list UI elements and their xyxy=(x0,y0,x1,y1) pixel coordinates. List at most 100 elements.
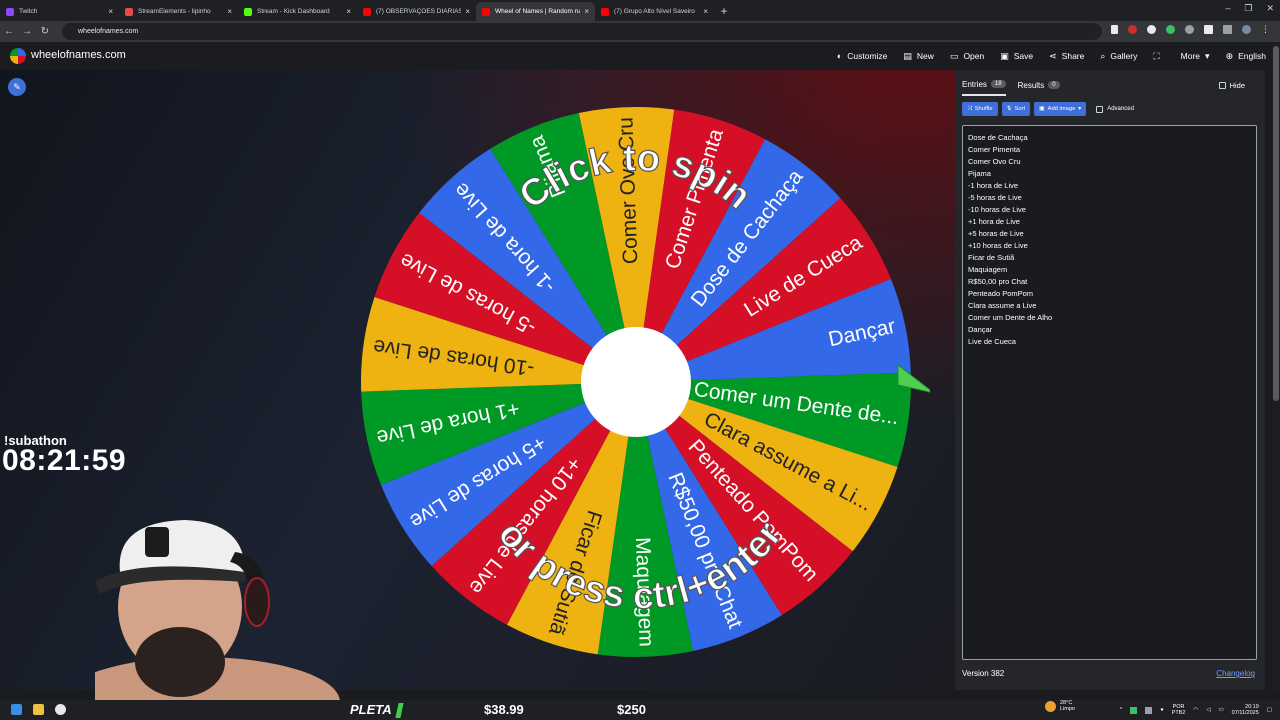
browser-tab[interactable]: StreamElements - lipinho × xyxy=(119,2,238,21)
browser-tab[interactable]: Twitch × xyxy=(0,2,119,21)
clock-date[interactable]: 07/11/2025 xyxy=(1232,710,1259,716)
url-input[interactable]: wheelofnames.com xyxy=(62,23,1102,40)
entry-line[interactable]: Dose de Cachaça xyxy=(968,132,1251,144)
shuffle-button[interactable]: ⤨ Shuffle xyxy=(962,102,998,116)
add-image-button[interactable]: ▣ Add image ▾ xyxy=(1034,102,1087,116)
globe-icon: ⊕ xyxy=(1225,50,1234,61)
browser-tab-bar: Twitch × StreamElements - lipinho × Stream -… xyxy=(0,0,1280,21)
tab-close-icon[interactable]: × xyxy=(227,7,232,16)
browser-menu-icon[interactable]: ⋮ xyxy=(1261,25,1270,34)
tray-app-icon[interactable] xyxy=(1130,706,1138,714)
wheel-logo-icon[interactable] xyxy=(10,48,26,64)
entry-line[interactable]: Pijama xyxy=(968,168,1251,180)
bookmark-star-icon[interactable] xyxy=(1111,25,1118,34)
entry-line[interactable]: +10 horas de Live xyxy=(968,240,1251,252)
entry-line[interactable]: Comer Pimenta xyxy=(968,144,1251,156)
browser-tab[interactable]: Wheel of Names | Random nam × xyxy=(476,2,595,21)
entry-line[interactable]: Comer Ovo Cru xyxy=(968,156,1251,168)
menu-item-fullscreen[interactable]: ⛶ xyxy=(1153,51,1164,62)
extension-icon[interactable] xyxy=(1128,25,1137,34)
shuffle-label: Shuffle xyxy=(974,106,993,112)
sort-icon: ⇅ xyxy=(1006,106,1012,112)
tab-close-icon[interactable]: × xyxy=(108,7,113,16)
restore-icon[interactable]: ❐ xyxy=(1244,3,1252,14)
tab-close-icon[interactable]: × xyxy=(465,7,470,16)
entry-line[interactable]: -5 horas de Live xyxy=(968,192,1251,204)
browser-tab[interactable]: (7) OBSERVAÇÕES DIÁRIAS (EP× xyxy=(357,2,476,21)
advanced-checkbox[interactable] xyxy=(1096,105,1104,113)
extensions-puzzle-icon[interactable] xyxy=(1204,25,1213,34)
browser-tab[interactable]: (7) Grupo Alto Nível Saveiro × xyxy=(595,2,714,21)
wheel[interactable]: Comer um Dente de...Clara assume a Li...… xyxy=(350,95,930,675)
tray-chevron-icon[interactable]: ^ xyxy=(1120,707,1123,713)
weather-desc: Limpo xyxy=(1060,706,1075,712)
tab-favicon-icon xyxy=(363,7,371,16)
new-tab-button[interactable]: + xyxy=(714,2,734,21)
tray-app-icon[interactable] xyxy=(1145,706,1153,714)
reload-icon[interactable]: ↻ xyxy=(36,26,54,37)
menu-item-gallery[interactable]: ⌕ Gallery xyxy=(1100,51,1137,62)
tab-favicon-icon xyxy=(601,7,609,16)
menu-item-customize[interactable]: ◐ Customize xyxy=(837,51,888,61)
hide-toggle[interactable]: Hide xyxy=(1218,81,1245,90)
entry-line[interactable]: Clara assume a Live xyxy=(968,300,1251,312)
tab-entries[interactable]: Entries 18 xyxy=(962,78,1006,96)
volume-icon[interactable]: ◁ xyxy=(1206,707,1210,713)
tab-close-icon[interactable]: × xyxy=(346,7,351,16)
entry-line[interactable]: Penteado PomPom xyxy=(968,288,1251,300)
wifi-icon[interactable]: ◠ xyxy=(1193,707,1198,713)
menu-item-english[interactable]: ⊕ English xyxy=(1226,51,1266,62)
wheel-center[interactable] xyxy=(581,327,691,437)
address-bar: ← → ↻ wheelofnames.com ⋮ xyxy=(0,21,1280,42)
entry-line[interactable]: Ficar de Sutiã xyxy=(968,252,1251,264)
brand-title[interactable]: wheelofnames.com xyxy=(31,49,126,61)
notifications-icon[interactable]: ▢ xyxy=(1267,707,1272,713)
chrome-icon[interactable] xyxy=(55,704,66,715)
changelog-link[interactable]: Changelog xyxy=(1216,669,1255,678)
weather-widget[interactable]: 28°C Limpo xyxy=(1045,700,1075,712)
ticker-value: $250 xyxy=(617,702,646,717)
entries-textarea[interactable]: Dose de Cachaça Comer Pimenta Comer Ovo Cr… xyxy=(962,125,1257,660)
advanced-label: Advanced xyxy=(1107,106,1134,112)
profile-avatar[interactable] xyxy=(1242,25,1251,34)
extension-icon[interactable] xyxy=(1166,25,1175,34)
entry-line[interactable]: R$50,00 pro Chat xyxy=(968,276,1251,288)
hide-checkbox[interactable] xyxy=(1218,82,1226,89)
edit-pencil-icon[interactable]: ✎ xyxy=(8,78,26,96)
tab-search-icon[interactable] xyxy=(1223,25,1232,34)
entry-line[interactable]: Live de Cueca xyxy=(968,336,1251,348)
windows-start-icon[interactable] xyxy=(11,704,22,715)
entry-line[interactable]: Dançar xyxy=(968,324,1251,336)
tab-close-icon[interactable]: × xyxy=(584,7,589,16)
sort-button[interactable]: ⇅ Sort xyxy=(1001,102,1031,116)
entry-line[interactable]: -10 horas de Live xyxy=(968,204,1251,216)
forward-icon[interactable]: → xyxy=(18,26,36,37)
browser-tab[interactable]: Stream - Kick Dashboard × xyxy=(238,2,357,21)
tab-favicon-icon xyxy=(244,7,252,16)
menu-item-new[interactable]: ▤ New xyxy=(903,51,934,62)
mic-icon[interactable]: ● xyxy=(1160,707,1163,713)
advanced-toggle[interactable]: Advanced xyxy=(1096,105,1134,113)
entry-line[interactable]: +5 horas de Live xyxy=(968,228,1251,240)
battery-icon[interactable]: ▭ xyxy=(1218,707,1223,713)
tab-close-icon[interactable]: × xyxy=(703,7,708,16)
entry-line[interactable]: -1 hora de Live xyxy=(968,180,1251,192)
back-icon[interactable]: ← xyxy=(0,26,18,37)
search-icon: ⌕ xyxy=(1100,50,1106,61)
file-explorer-icon[interactable] xyxy=(33,704,44,715)
tab-title: Wheel of Names | Random nam xyxy=(495,8,581,15)
menu-item-open[interactable]: ▭ Open xyxy=(950,51,984,62)
menu-item-save[interactable]: ▣ Save xyxy=(1000,51,1033,62)
entry-line[interactable]: +1 hora de Live xyxy=(968,216,1251,228)
close-window-icon[interactable]: ✕ xyxy=(1266,3,1274,14)
tab-results[interactable]: Results 0 xyxy=(1018,78,1060,96)
page-scrollbar-thumb[interactable] xyxy=(1273,46,1279,401)
entry-line[interactable]: Comer um Dente de Alho xyxy=(968,312,1251,324)
menu-item-share[interactable]: ⋖ Share xyxy=(1049,51,1084,62)
minimize-icon[interactable]: – xyxy=(1225,3,1230,14)
menu-item-more[interactable]: More ▾ xyxy=(1181,51,1210,62)
extension-icon[interactable] xyxy=(1185,25,1194,34)
entry-line[interactable]: Maquiagem xyxy=(968,264,1251,276)
extension-icon[interactable] xyxy=(1147,25,1156,34)
keyboard-layout[interactable]: PTB2 xyxy=(1172,710,1186,716)
